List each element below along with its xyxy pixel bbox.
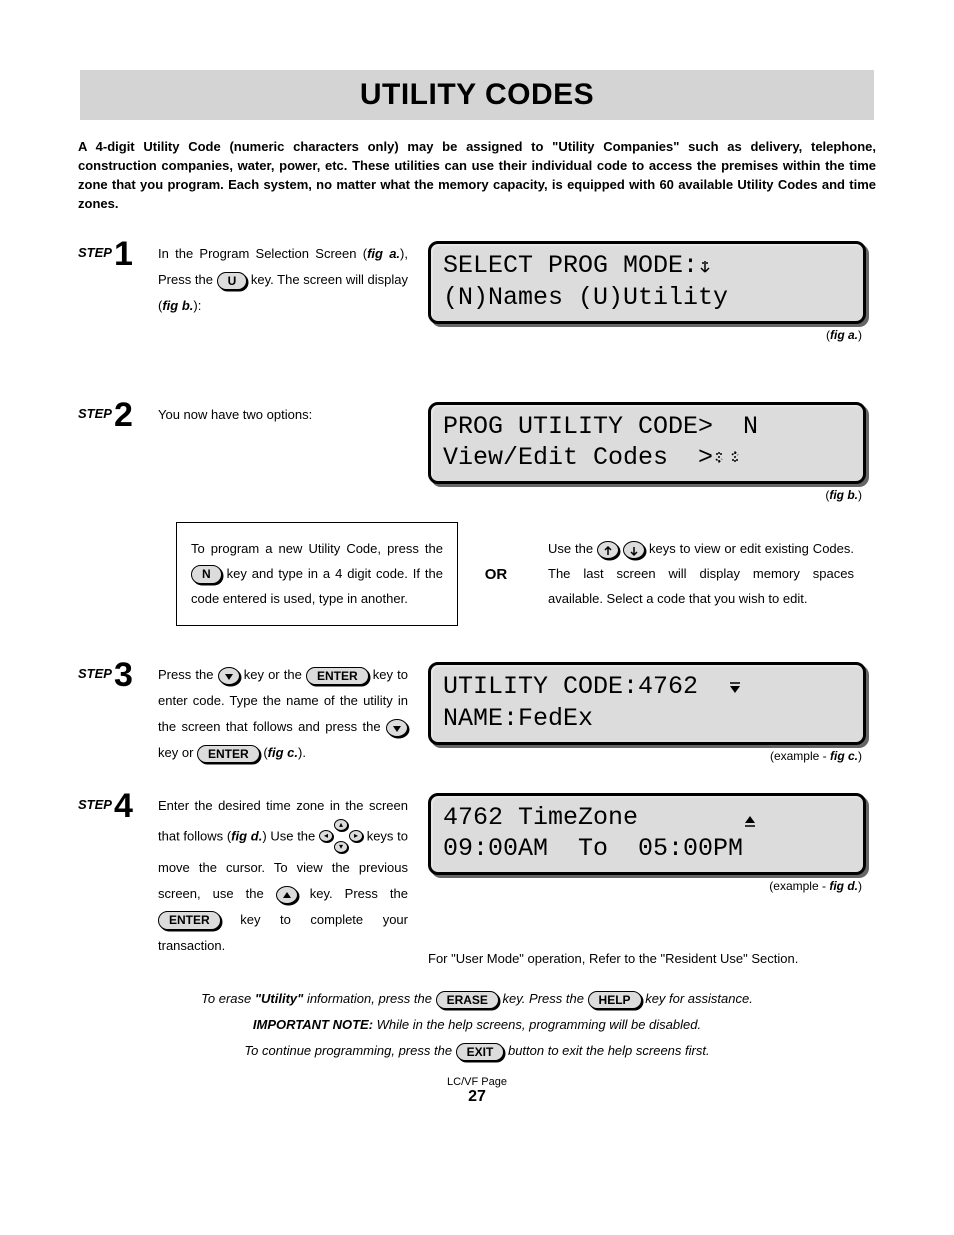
step-3-label: STEP3 bbox=[78, 662, 158, 691]
step-1-label: STEP1 bbox=[78, 241, 158, 270]
enter-key-2: ENTER bbox=[197, 745, 260, 763]
fig-b-label: (fig b.) bbox=[418, 488, 862, 502]
enter-key: ENTER bbox=[306, 667, 369, 685]
up-arrow-key bbox=[597, 541, 619, 559]
page-footer: LC/VF Page 27 bbox=[78, 1076, 876, 1106]
down-arrow-key bbox=[623, 541, 645, 559]
reference-note: For "User Mode" operation, Refer to the … bbox=[428, 951, 876, 966]
erase-key: ERASE bbox=[436, 991, 499, 1009]
up-triangle-key bbox=[276, 886, 298, 904]
lcd-fig-c: UTILITY CODE:4762 NAME:FedEx bbox=[428, 662, 866, 745]
footer-notes: To erase "Utility" information, press th… bbox=[78, 986, 876, 1064]
intro-paragraph: A 4-digit Utility Code (numeric characte… bbox=[78, 138, 876, 213]
option-right-box: Use the keys to view or edit existing Co… bbox=[534, 523, 868, 625]
key-n: N bbox=[191, 565, 222, 583]
help-key: HELP bbox=[588, 991, 642, 1009]
exit-key: EXIT bbox=[456, 1043, 505, 1061]
step-2-label: STEP2 bbox=[78, 402, 158, 431]
fig-d-label: (example - fig d.) bbox=[418, 879, 862, 893]
step-3-text: Press the key or the ENTER key to enter … bbox=[158, 662, 418, 766]
key-u: U bbox=[217, 272, 248, 290]
step-4-text: Enter the desired time zone in the scree… bbox=[158, 793, 418, 959]
step-1-text: In the Program Selection Screen (fig a.)… bbox=[158, 241, 418, 319]
or-label: OR bbox=[476, 566, 516, 583]
enter-key-3: ENTER bbox=[158, 911, 221, 929]
lcd-fig-d: 4762 TimeZone 09:00AM To 05:00PM bbox=[428, 793, 866, 876]
option-left-box: To program a new Utility Code, press the… bbox=[176, 522, 458, 626]
down-triangle-key bbox=[218, 667, 240, 685]
fig-a-label: (fig a.) bbox=[418, 328, 862, 342]
page-title: UTILITY CODES bbox=[80, 70, 874, 120]
step-4-label: STEP4 bbox=[78, 793, 158, 822]
down-triangle-key-2 bbox=[386, 719, 408, 737]
step-2-text: You now have two options: bbox=[158, 402, 418, 428]
arrow-keypad-icon: ▴▾◂▸ bbox=[319, 819, 363, 855]
lcd-fig-a: SELECT PROG MODE: (N)Names (U)Utility bbox=[428, 241, 866, 324]
lcd-fig-b: PROG UTILITY CODE> N View/Edit Codes > bbox=[428, 402, 866, 485]
fig-c-label: (example - fig c.) bbox=[418, 749, 862, 763]
